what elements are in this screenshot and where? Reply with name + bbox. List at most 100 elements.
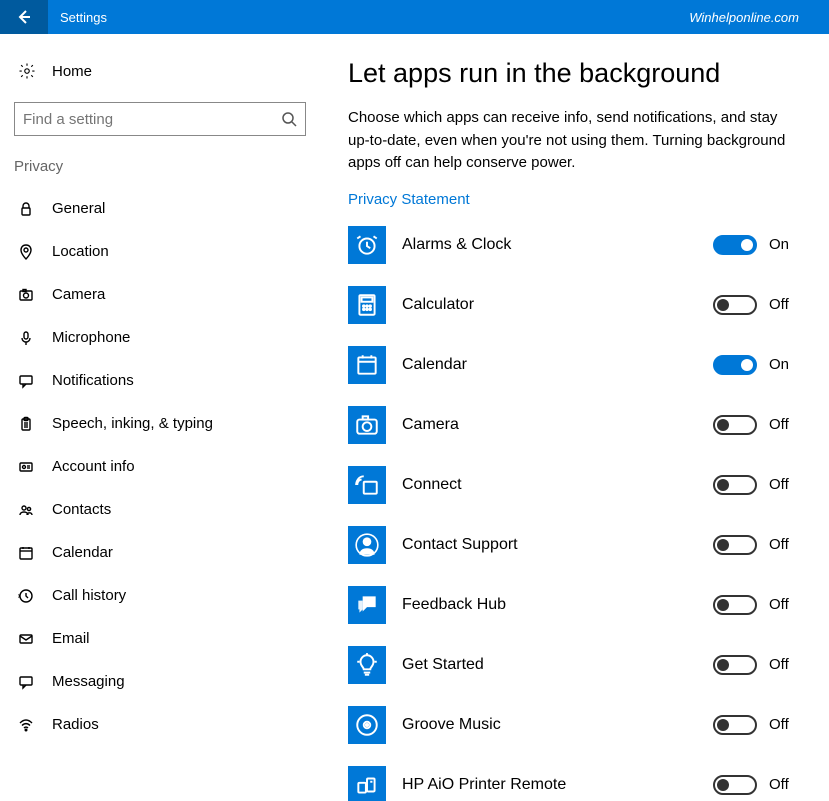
toggle-switch[interactable] xyxy=(713,355,757,375)
nav-item-label: General xyxy=(52,200,105,217)
nav-item-label: Messaging xyxy=(52,673,125,690)
nav-item-general[interactable]: General xyxy=(10,187,310,230)
nav-item-microphone[interactable]: Microphone xyxy=(10,316,310,359)
people-icon xyxy=(18,502,38,518)
nav-item-account-info[interactable]: Account info xyxy=(10,445,310,488)
support-icon xyxy=(348,526,386,564)
nav-item-label: Radios xyxy=(52,716,99,733)
gear-icon xyxy=(18,62,38,80)
bulb-icon xyxy=(348,646,386,684)
nav-item-label: Speech, inking, & typing xyxy=(52,415,213,432)
toggle-wrap: Off xyxy=(713,655,799,675)
app-name-label: Feedback Hub xyxy=(402,596,713,614)
app-name-label: Get Started xyxy=(402,656,713,674)
calc-icon xyxy=(348,286,386,324)
connect-icon xyxy=(348,466,386,504)
toggle-state-label: Off xyxy=(769,476,799,493)
window-title: Settings xyxy=(60,10,107,25)
app-name-label: Connect xyxy=(402,476,713,494)
toggle-wrap: Off xyxy=(713,475,799,495)
nav-item-label: Account info xyxy=(52,458,135,475)
toggle-wrap: Off xyxy=(713,775,799,795)
toggle-state-label: Off xyxy=(769,416,799,433)
camera-icon xyxy=(18,287,38,303)
calendar-icon xyxy=(18,545,38,561)
nav-item-label: Notifications xyxy=(52,372,134,389)
app-row-groove-music: Groove Music Off xyxy=(348,706,799,744)
app-row-calendar: CalendarOn xyxy=(348,346,799,384)
app-row-hp-aio-printer-remote: HP AiO Printer Remote Off xyxy=(348,766,799,801)
printer-icon xyxy=(348,766,386,801)
toggle-state-label: On xyxy=(769,236,799,253)
search-box[interactable] xyxy=(14,102,306,136)
camera-icon xyxy=(348,406,386,444)
toggle-switch[interactable] xyxy=(713,775,757,795)
toggle-wrap: Off xyxy=(713,595,799,615)
toggle-switch[interactable] xyxy=(713,655,757,675)
brand-label: Winhelponline.com xyxy=(689,10,799,25)
app-name-label: Camera xyxy=(402,416,713,434)
nav-item-messaging[interactable]: Messaging xyxy=(10,660,310,703)
lock-icon xyxy=(18,201,38,217)
sidebar: Home Privacy GeneralLocationCameraMicrop… xyxy=(0,34,320,801)
toggle-switch[interactable] xyxy=(713,415,757,435)
app-name-label: Calculator xyxy=(402,296,713,314)
app-list: Alarms & ClockOn Calculator Off CalendarOn C… xyxy=(348,226,799,801)
toggle-switch[interactable] xyxy=(713,715,757,735)
nav-item-location[interactable]: Location xyxy=(10,230,310,273)
search-input[interactable] xyxy=(23,111,281,128)
app-name-label: Groove Music xyxy=(402,716,713,734)
privacy-statement-link[interactable]: Privacy Statement xyxy=(348,191,470,208)
toggle-state-label: Off xyxy=(769,716,799,733)
back-button[interactable] xyxy=(0,0,48,34)
app-row-contact-support: Contact Support Off xyxy=(348,526,799,564)
toggle-switch[interactable] xyxy=(713,235,757,255)
toggle-state-label: Off xyxy=(769,656,799,673)
nav-item-label: Calendar xyxy=(52,544,113,561)
app-row-alarms-clock: Alarms & ClockOn xyxy=(348,226,799,264)
toggle-wrap: Off xyxy=(713,535,799,555)
page-body: Home Privacy GeneralLocationCameraMicrop… xyxy=(0,34,829,801)
arrow-left-icon xyxy=(16,9,32,25)
calendar-icon xyxy=(348,346,386,384)
nav-item-label: Contacts xyxy=(52,501,111,518)
nav-item-call-history[interactable]: Call history xyxy=(10,574,310,617)
app-name-label: HP AiO Printer Remote xyxy=(402,776,713,794)
app-name-label: Contact Support xyxy=(402,536,713,554)
page-description: Choose which apps can receive info, send… xyxy=(348,107,788,175)
toggle-switch[interactable] xyxy=(713,295,757,315)
app-row-get-started: Get Started Off xyxy=(348,646,799,684)
nav-item-contacts[interactable]: Contacts xyxy=(10,488,310,531)
nav-item-label: Email xyxy=(52,630,90,647)
nav-item-radios[interactable]: Radios xyxy=(10,703,310,746)
home-button[interactable]: Home xyxy=(10,52,310,90)
page-heading: Let apps run in the background xyxy=(348,58,799,89)
toggle-wrap: On xyxy=(713,235,799,255)
toggle-wrap: On xyxy=(713,355,799,375)
toggle-wrap: Off xyxy=(713,415,799,435)
toggle-state-label: Off xyxy=(769,776,799,793)
nav-item-camera[interactable]: Camera xyxy=(10,273,310,316)
toggle-state-label: Off xyxy=(769,296,799,313)
toggle-switch[interactable] xyxy=(713,535,757,555)
nav-list: General Location Camera Microphone Notificat… xyxy=(10,187,310,746)
bubbleex-icon xyxy=(348,586,386,624)
disc-icon xyxy=(348,706,386,744)
toggle-wrap: Off xyxy=(713,715,799,735)
app-row-feedback-hub: Feedback HubOff xyxy=(348,586,799,624)
history-icon xyxy=(18,588,38,604)
toggle-state-label: Off xyxy=(769,536,799,553)
clock-icon xyxy=(348,226,386,264)
nav-item-email[interactable]: Email xyxy=(10,617,310,660)
toggle-switch[interactable] xyxy=(713,595,757,615)
nav-item-calendar[interactable]: Calendar xyxy=(10,531,310,574)
toggle-wrap: Off xyxy=(713,295,799,315)
nav-item-notifications[interactable]: Notifications xyxy=(10,359,310,402)
home-label: Home xyxy=(52,63,92,80)
nav-item-speech-inking-typing[interactable]: Speech, inking, & typing xyxy=(10,402,310,445)
nav-item-label: Camera xyxy=(52,286,105,303)
toggle-switch[interactable] xyxy=(713,475,757,495)
wifi-icon xyxy=(18,717,38,733)
search-icon xyxy=(281,111,297,127)
app-row-calculator: Calculator Off xyxy=(348,286,799,324)
